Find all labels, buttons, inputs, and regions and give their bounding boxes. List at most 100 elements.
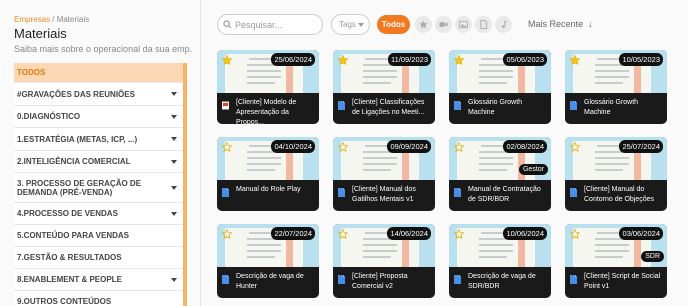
category-label: 3. PROCESSO DE GERAÇÃO DE DEMANDA (PRÉ-V… bbox=[17, 178, 142, 197]
category-item[interactable]: 2.INTELIGÊNCIA COMERCIAL bbox=[14, 151, 183, 173]
presentation-icon bbox=[222, 101, 229, 110]
category-item[interactable]: 0.DIAGNÓSTICO bbox=[14, 106, 183, 128]
caret-down-icon[interactable] bbox=[171, 114, 177, 119]
category-label: TODOS bbox=[17, 68, 46, 77]
card-title: [Cliente] Script de Social Point v1 bbox=[584, 273, 661, 290]
star-outline-icon[interactable] bbox=[222, 142, 232, 152]
caret-down-icon[interactable] bbox=[171, 211, 177, 216]
star-filled-icon[interactable] bbox=[338, 55, 348, 65]
card-title: [Cliente] Proposta Comercial v2 bbox=[352, 273, 408, 290]
chevron-down-icon bbox=[358, 23, 364, 27]
document-icon bbox=[338, 101, 345, 110]
star-outline-icon[interactable] bbox=[338, 229, 348, 239]
category-item[interactable]: 7.GESTÃO & RESULTADOS bbox=[14, 247, 183, 269]
card-tag-badge: Gestor bbox=[518, 164, 548, 175]
document-icon bbox=[480, 20, 488, 29]
left-panel: Empresas / Materiais Materiais Saiba mai… bbox=[0, 0, 200, 306]
card-date: 10/05/2023 bbox=[619, 53, 663, 66]
category-item[interactable]: 4.PROCESSO DE VENDAS bbox=[14, 203, 183, 225]
material-card[interactable]: 25/07/2024 [Cliente] Manual do Contorno d… bbox=[565, 137, 667, 211]
document-icon bbox=[454, 275, 461, 284]
star-outline-icon[interactable] bbox=[570, 142, 580, 152]
material-card[interactable]: 14/06/2024 [Cliente] Proposta Comercial v… bbox=[333, 224, 435, 298]
card-date: 10/06/2024 bbox=[503, 227, 547, 240]
tags-dropdown[interactable]: Tags bbox=[331, 14, 370, 35]
sort-dropdown[interactable]: Mais Recente ↓ bbox=[528, 19, 593, 29]
card-date: 11/09/2023 bbox=[388, 53, 431, 66]
category-item[interactable]: TODOS bbox=[14, 63, 183, 83]
caret-down-icon[interactable] bbox=[171, 137, 177, 141]
category-item[interactable]: 3. PROCESSO DE GERAÇÃO DE DEMANDA (PRÉ-V… bbox=[14, 173, 183, 203]
category-label: 5.CONTEÚDO PARA VENDAS bbox=[17, 231, 130, 240]
material-card[interactable]: 25/06/2024 [Cliente] Modelo de Apresentaç… bbox=[217, 50, 319, 124]
material-card[interactable]: 05/06/2023 Glossário Growth Machine bbox=[449, 50, 551, 124]
filter-video-button[interactable] bbox=[435, 16, 452, 33]
card-tag-badge: SDR bbox=[641, 251, 664, 262]
sort-label: Mais Recente bbox=[528, 19, 584, 29]
card-title: [Cliente] Manual do Contorno de Objeções bbox=[584, 186, 655, 203]
video-icon bbox=[439, 22, 448, 27]
filter-audio-button[interactable] bbox=[495, 16, 512, 33]
document-icon bbox=[338, 275, 345, 284]
star-outline-icon[interactable] bbox=[222, 229, 232, 239]
card-title: Descrição de vaga de Hunter bbox=[236, 273, 304, 290]
star-outline-icon[interactable] bbox=[454, 229, 464, 239]
material-card[interactable]: 10/06/2024 Descrição de vaga de SDR/BDR bbox=[449, 224, 551, 298]
document-icon bbox=[454, 188, 461, 197]
card-title: Manual do Role Play bbox=[236, 186, 301, 193]
star-filled-icon[interactable] bbox=[570, 55, 580, 65]
card-title: Manual de Contratação de SDR/BDR bbox=[468, 186, 541, 203]
card-title: [Cliente] Manual dos Gatilhos Mentais v1 bbox=[352, 186, 416, 203]
material-card[interactable]: 04/10/2024 Manual do Role Play bbox=[217, 137, 319, 211]
category-item[interactable]: #GRAVAÇÕES DAS REUNIÕES bbox=[14, 83, 183, 106]
star-outline-icon[interactable] bbox=[338, 142, 348, 152]
document-icon bbox=[570, 101, 577, 110]
document-icon bbox=[338, 188, 345, 197]
material-card[interactable]: 09/09/2024 [Cliente] Manual dos Gatilhos … bbox=[333, 137, 435, 211]
filter-favorites-button[interactable] bbox=[415, 16, 432, 33]
category-item[interactable]: 5.CONTEÚDO PARA VENDAS bbox=[14, 225, 183, 247]
document-icon bbox=[222, 275, 229, 284]
material-card[interactable]: 02/08/2024 Gestor Manual de Contratação de… bbox=[449, 137, 551, 211]
card-date: 03/06/2024 bbox=[619, 227, 663, 240]
category-label: 0.DIAGNÓSTICO bbox=[17, 112, 81, 121]
card-title: Descrição de vaga de SDR/BDR bbox=[468, 273, 536, 290]
card-date: 25/07/2024 bbox=[619, 140, 663, 153]
category-label: 1.ESTRATÉGIA (METAS, ICP, ...) bbox=[17, 134, 138, 144]
material-card[interactable]: 10/05/2023 Glossário Growth Machine bbox=[565, 50, 667, 124]
card-date: 09/09/2024 bbox=[387, 140, 431, 153]
tags-label: Tags bbox=[339, 20, 356, 29]
breadcrumb-link-empresas[interactable]: Empresas bbox=[14, 15, 50, 24]
breadcrumb-current: Materiais bbox=[56, 15, 90, 24]
document-icon bbox=[570, 188, 577, 197]
card-title: [Cliente] Classificações de Ligações no … bbox=[352, 99, 425, 116]
star-filled-icon[interactable] bbox=[222, 55, 232, 65]
category-label: 4.PROCESSO DE VENDAS bbox=[17, 209, 118, 218]
star-filled-icon[interactable] bbox=[454, 55, 464, 65]
category-item[interactable]: 1.ESTRATÉGIA (METAS, ICP, ...) bbox=[14, 128, 183, 151]
search-input[interactable]: Pesquisar... bbox=[217, 14, 323, 35]
card-title: [Cliente] Modelo de Apresentação da Prop… bbox=[236, 99, 297, 124]
caret-down-icon[interactable] bbox=[171, 277, 177, 282]
document-icon bbox=[454, 101, 461, 110]
material-card[interactable]: 11/09/2023 [Cliente] Classificações de Li… bbox=[333, 50, 435, 124]
document-icon bbox=[570, 275, 577, 284]
caret-down-icon[interactable] bbox=[171, 159, 177, 164]
card-title: Glossário Growth Machine bbox=[468, 99, 523, 116]
filter-document-button[interactable] bbox=[475, 16, 492, 33]
caret-down-icon[interactable] bbox=[171, 185, 177, 190]
breadcrumb: Empresas / Materiais bbox=[14, 15, 89, 24]
caret-down-icon[interactable] bbox=[171, 92, 177, 96]
star-outline-icon[interactable] bbox=[570, 229, 580, 239]
search-placeholder: Pesquisar... bbox=[235, 20, 283, 30]
panel-divider bbox=[200, 0, 201, 306]
todos-filter-button[interactable]: Todos bbox=[377, 15, 410, 34]
breadcrumb-separator: / bbox=[50, 15, 57, 24]
filter-image-button[interactable] bbox=[455, 16, 472, 33]
star-outline-icon[interactable] bbox=[454, 142, 464, 152]
card-date: 25/06/2024 bbox=[271, 53, 315, 66]
material-card[interactable]: 03/06/2024 SDR [Cliente] Script de Social … bbox=[565, 224, 667, 298]
category-item[interactable]: 8.ENABLEMENT & PEOPLE bbox=[14, 269, 183, 291]
category-item[interactable]: 9.OUTROS CONTEÚDOS bbox=[14, 291, 183, 306]
material-card[interactable]: 22/07/2024 Descrição de vaga de Hunter bbox=[217, 224, 319, 298]
